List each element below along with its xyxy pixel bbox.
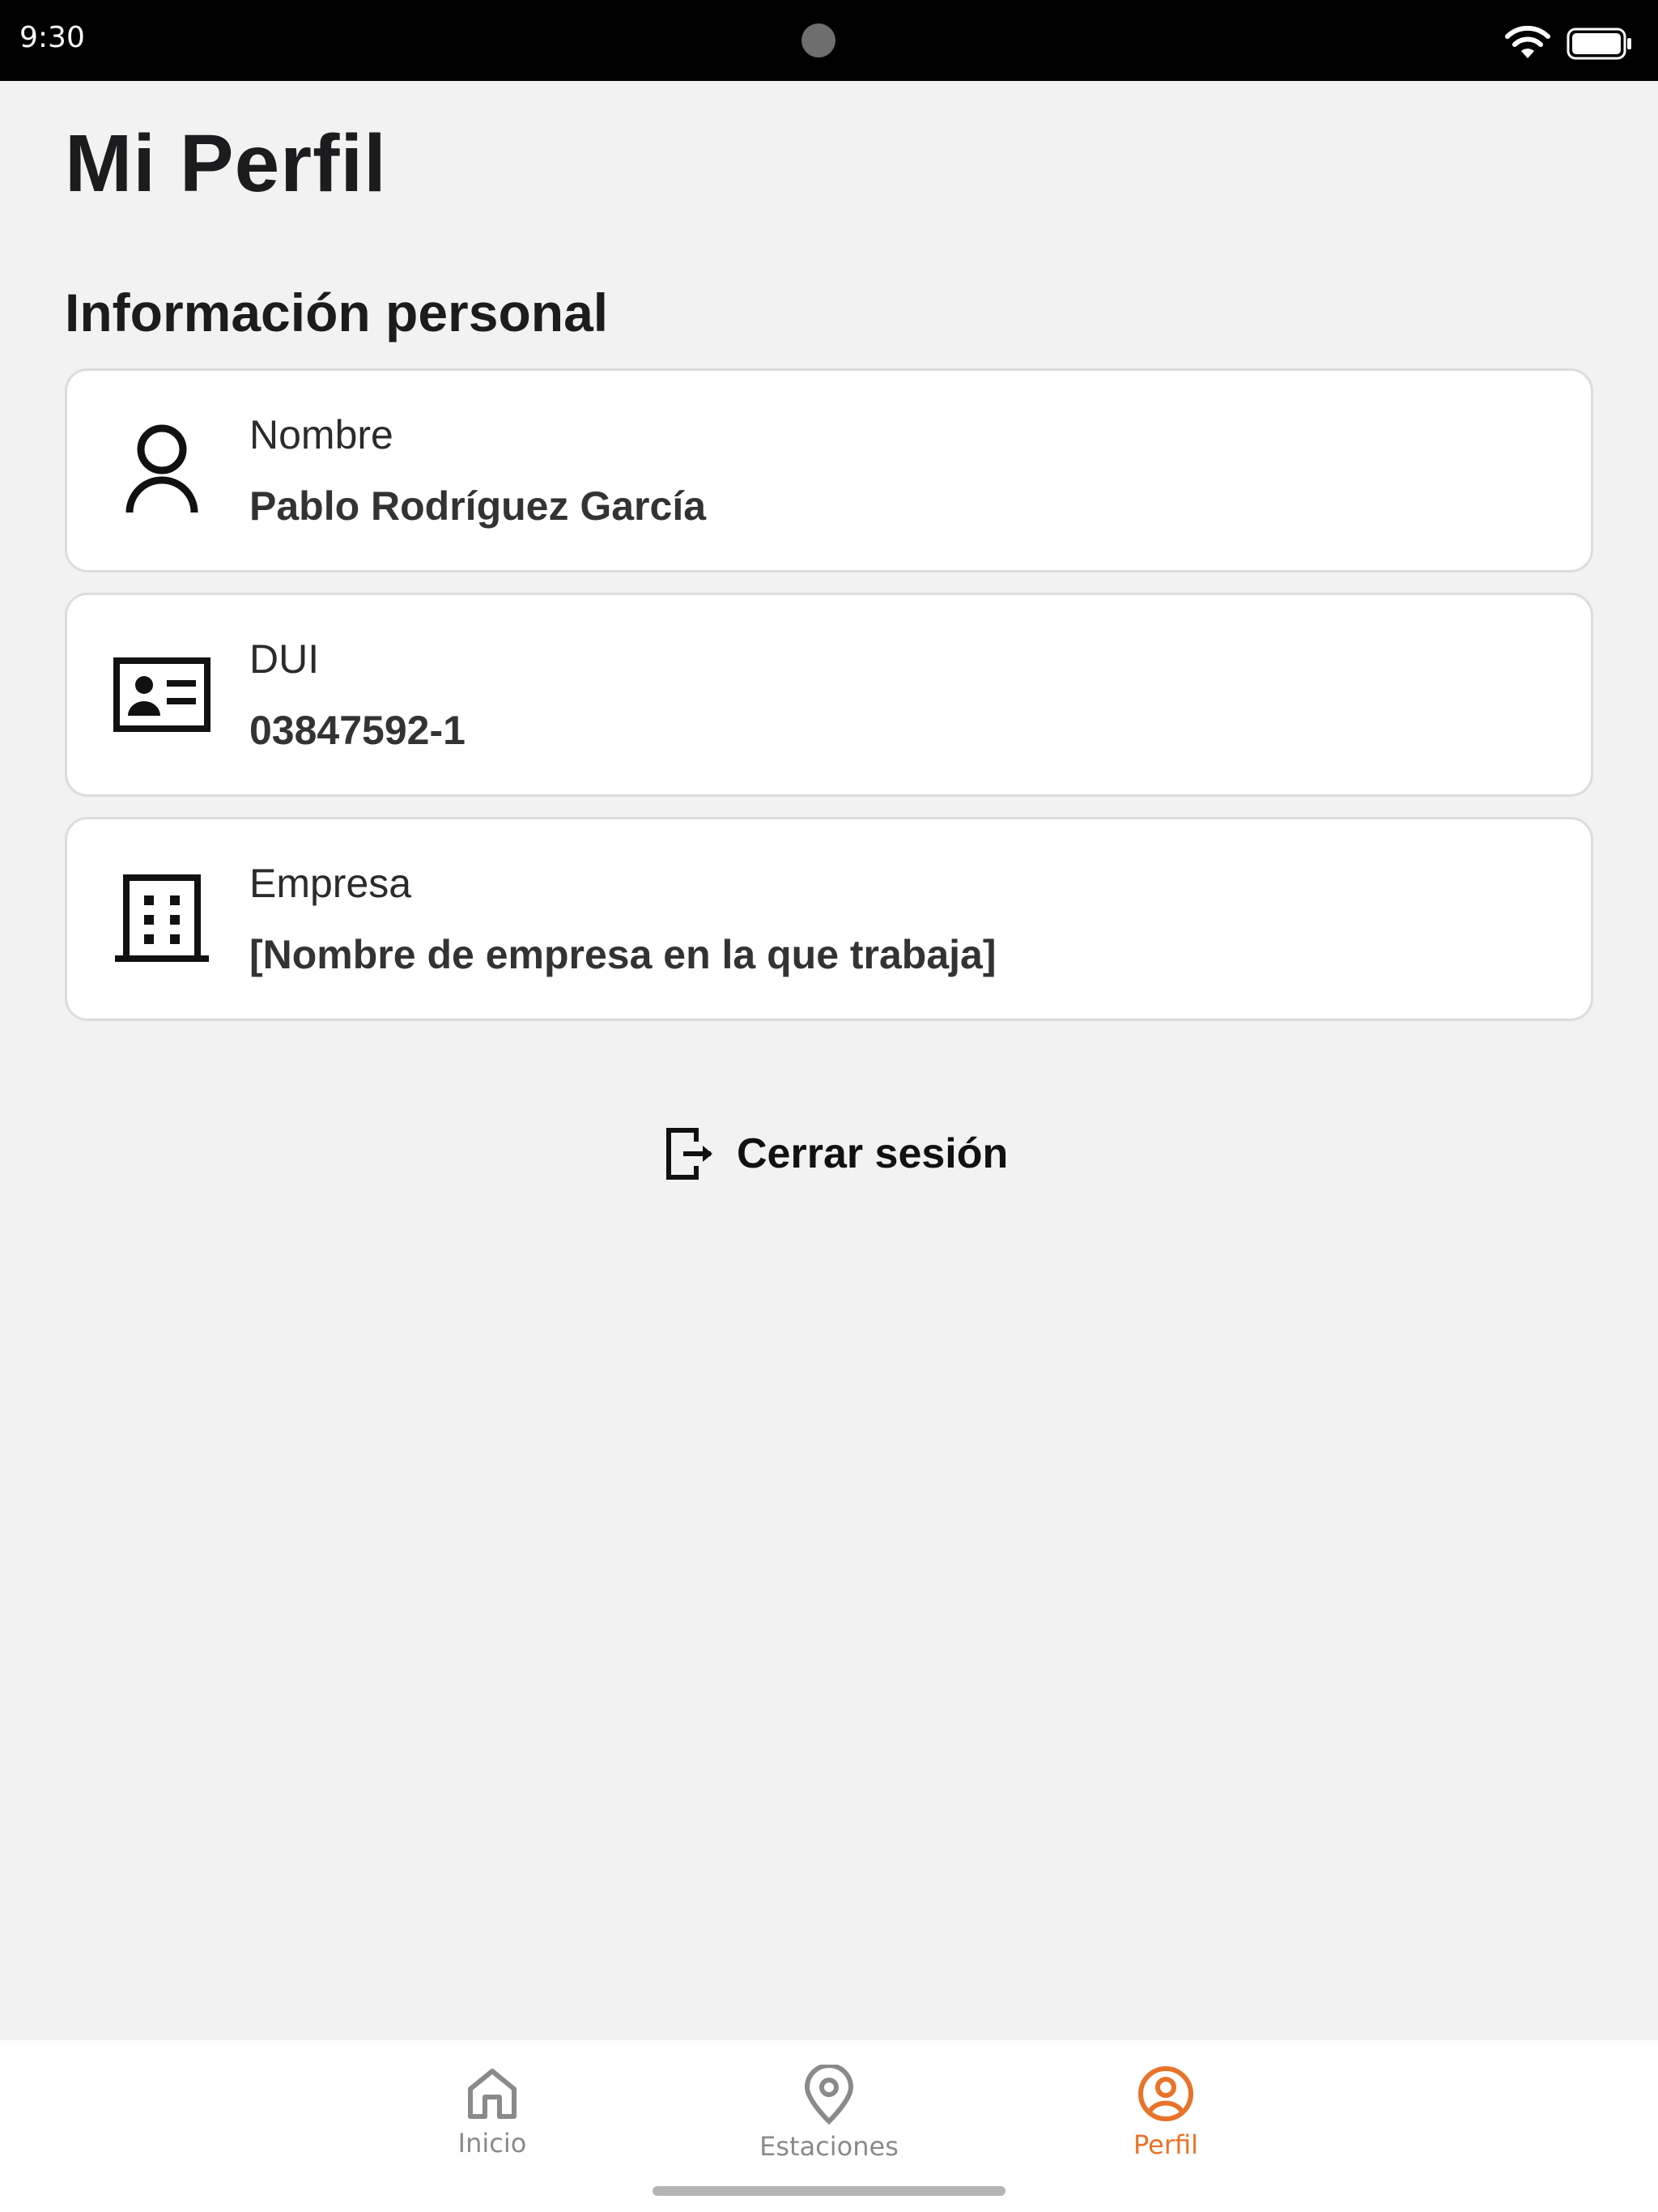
- status-time: 9:30: [19, 21, 85, 54]
- dui-card: DUI 03847592-1: [65, 593, 1593, 797]
- dui-label: DUI: [249, 636, 320, 682]
- location-pin-icon: [804, 2065, 854, 2125]
- name-value: Pablo Rodríguez García: [249, 483, 707, 529]
- name-card: Nombre Pablo Rodríguez García: [65, 368, 1593, 572]
- logout-icon: [666, 1128, 712, 1180]
- wifi-icon: [1505, 25, 1550, 58]
- tab-perfil-label: Perfil: [1133, 2129, 1199, 2160]
- home-indicator: [653, 2186, 1005, 2196]
- user-icon: [109, 418, 215, 523]
- building-icon: [109, 866, 215, 972]
- dui-value: 03847592-1: [249, 708, 466, 753]
- tab-inicio[interactable]: Inicio: [387, 2065, 597, 2170]
- tab-estaciones-label: Estaciones: [759, 2131, 899, 2162]
- tab-estaciones[interactable]: Estaciones: [724, 2065, 934, 2170]
- tab-perfil[interactable]: Perfil: [1061, 2065, 1271, 2170]
- company-value: [Nombre de empresa en la que trabaja]: [249, 932, 997, 977]
- section-title: Información personal: [65, 283, 609, 342]
- status-bar: 9:30: [0, 0, 1658, 81]
- camera-dot: [801, 23, 835, 57]
- company-label: Empresa: [249, 861, 412, 906]
- logout-button[interactable]: Cerrar sesión: [664, 1121, 1008, 1186]
- company-card: Empresa [Nombre de empresa en la que tra…: [65, 817, 1593, 1021]
- id-card-icon: [109, 642, 215, 747]
- page-title: Mi Perfil: [65, 118, 387, 209]
- logout-label: Cerrar sesión: [737, 1130, 1009, 1177]
- home-icon: [468, 2069, 517, 2119]
- battery-icon: [1567, 28, 1631, 60]
- tab-inicio-label: Inicio: [457, 2128, 527, 2159]
- profile-circle-icon: [1138, 2066, 1193, 2121]
- name-label: Nombre: [249, 412, 393, 457]
